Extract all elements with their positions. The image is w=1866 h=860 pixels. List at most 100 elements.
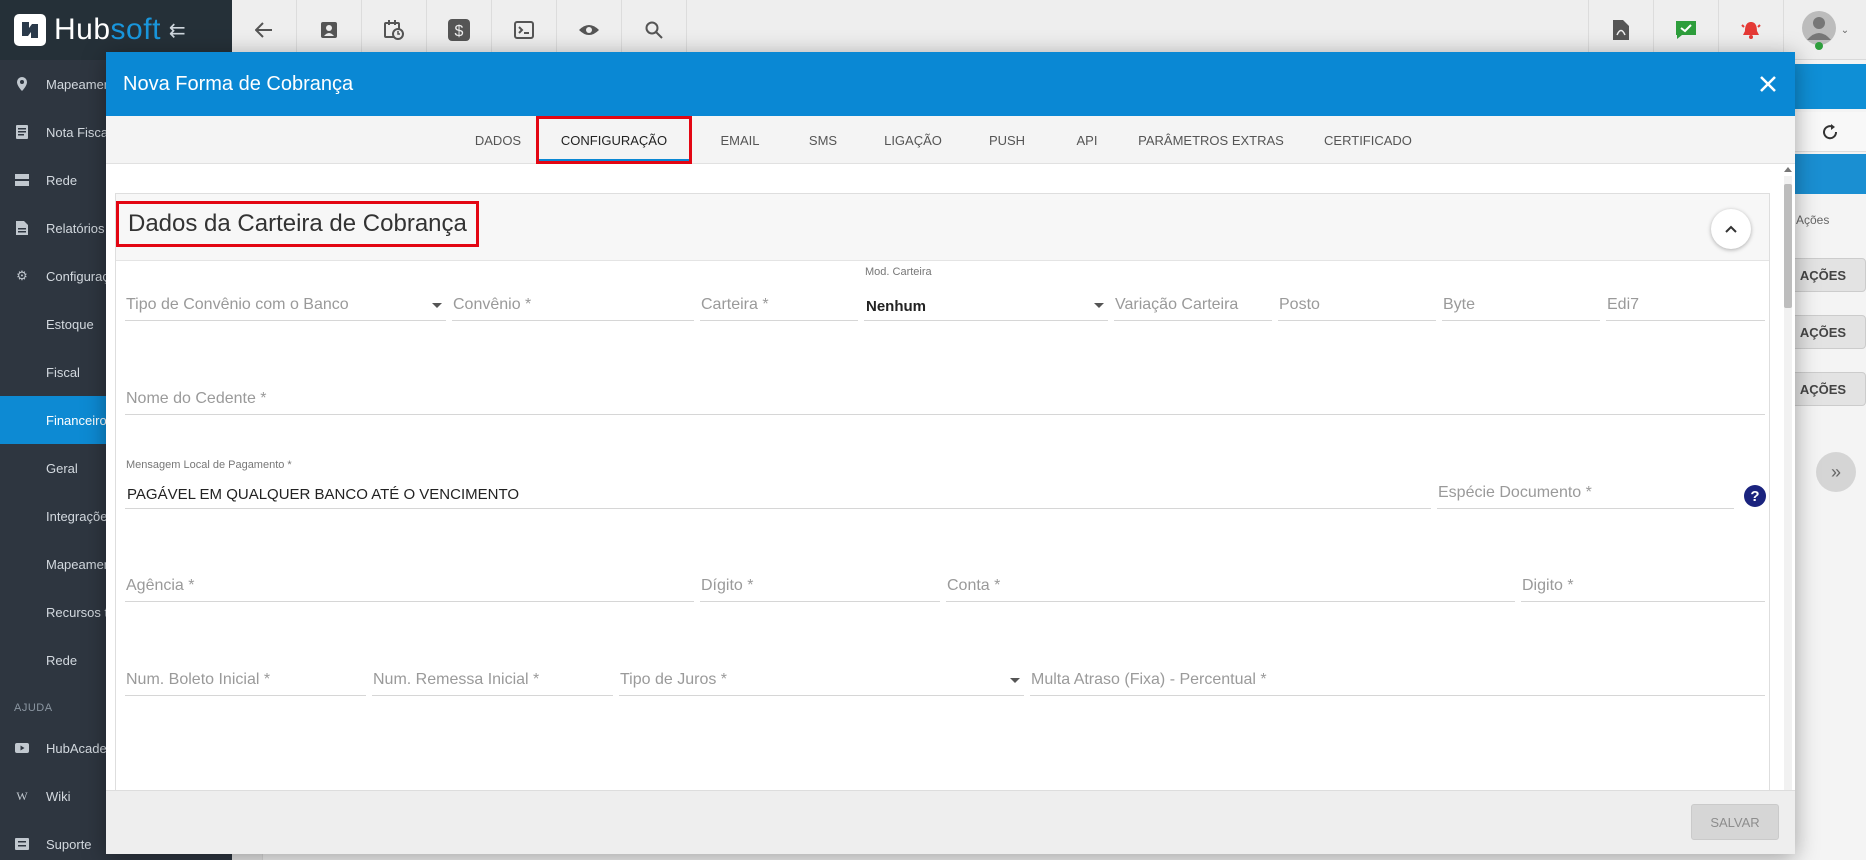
alarm-bell-icon bbox=[1741, 22, 1761, 39]
tab-api[interactable]: API bbox=[1052, 116, 1122, 164]
carteira-placeholder: Carteira * bbox=[701, 296, 769, 313]
edi7-input[interactable]: Edi7 bbox=[1606, 291, 1765, 321]
save-button[interactable]: SALVAR bbox=[1691, 804, 1779, 840]
conta-placeholder: Conta * bbox=[947, 577, 1001, 594]
mod-carteira-select[interactable]: Mod. Carteira Nenhum bbox=[864, 266, 1108, 321]
sidebar-item-label: Fiscal bbox=[46, 364, 80, 380]
close-button[interactable] bbox=[1758, 74, 1778, 94]
tab-ligacao[interactable]: LIGAÇÃO bbox=[864, 116, 962, 164]
collapse-section-button[interactable] bbox=[1711, 209, 1751, 249]
posto-input[interactable]: Posto bbox=[1278, 291, 1436, 321]
pdf-file-icon bbox=[1613, 20, 1629, 40]
arrow-left-icon bbox=[255, 22, 272, 38]
calendar-clock-icon bbox=[384, 20, 404, 40]
tab-certificado[interactable]: CERTIFICADO bbox=[1300, 116, 1436, 164]
digito-conta-placeholder: Digito * bbox=[1522, 577, 1574, 594]
sidebar-item-label: Nota Fiscal bbox=[46, 124, 112, 140]
scroll-up-icon[interactable] bbox=[1784, 166, 1792, 172]
tab-configuracao[interactable]: CONFIGURAÇÃO bbox=[536, 116, 692, 164]
avatar bbox=[1801, 11, 1836, 50]
mensagem-local-pagamento-value: PAGÁVEL EM QUALQUER BANCO ATÉ O VENCIMEN… bbox=[127, 486, 520, 503]
conta-input[interactable]: Conta * bbox=[946, 572, 1515, 602]
check-message-icon bbox=[1676, 21, 1696, 39]
dollar-icon: $ bbox=[448, 19, 470, 41]
sidebar-item-label: Rede bbox=[46, 652, 78, 668]
tipo-juros-placeholder: Tipo de Juros * bbox=[620, 671, 728, 688]
collapse-menu-icon[interactable]: ⇇ bbox=[169, 18, 186, 43]
view-button[interactable] bbox=[557, 0, 622, 60]
multa-atraso-placeholder: Multa Atraso (Fixa) - Percentual * bbox=[1031, 671, 1267, 688]
byte-input[interactable]: Byte bbox=[1442, 291, 1600, 321]
svg-text:$: $ bbox=[455, 23, 464, 40]
chevron-up-icon bbox=[1725, 225, 1737, 233]
map-pin-icon bbox=[14, 76, 30, 92]
digito-agencia-placeholder: Dígito * bbox=[701, 577, 754, 594]
sidebar-item-label: Wiki bbox=[46, 788, 71, 804]
tasks-button[interactable] bbox=[1653, 0, 1718, 60]
sidebar-item-label: Rede bbox=[46, 172, 78, 188]
document-icon bbox=[14, 124, 30, 140]
chevron-down-icon bbox=[1094, 303, 1104, 308]
scroll-thumb[interactable] bbox=[1784, 184, 1792, 308]
chevron-down-icon bbox=[432, 303, 442, 308]
nome-cedente-input[interactable]: Nome do Cedente * bbox=[125, 385, 1765, 415]
convenio-placeholder: Convênio * bbox=[453, 296, 532, 313]
convenio-input[interactable]: Convênio * bbox=[452, 291, 694, 321]
tab-sms[interactable]: SMS bbox=[782, 116, 864, 164]
tab-dados[interactable]: DADOS bbox=[458, 116, 538, 164]
digito-conta-input[interactable]: Digito * bbox=[1521, 572, 1765, 602]
modal-scrollbar[interactable] bbox=[1781, 164, 1792, 840]
num-remessa-inicial-placeholder: Num. Remessa Inicial * bbox=[373, 671, 540, 688]
num-boleto-inicial-input[interactable]: Num. Boleto Inicial * bbox=[125, 666, 366, 696]
mod-carteira-value: Nenhum bbox=[866, 298, 926, 315]
tab-parametros-extras[interactable]: PARÂMETROS EXTRAS bbox=[1122, 116, 1300, 164]
expand-chevron-button[interactable]: » bbox=[1816, 452, 1856, 492]
hubsoft-logo-icon bbox=[14, 14, 46, 46]
agencia-input[interactable]: Agência * bbox=[125, 572, 694, 602]
topbar: $ ⌄ bbox=[232, 0, 1866, 60]
sidebar-item-label: Integrações bbox=[46, 508, 114, 524]
user-menu[interactable]: ⌄ bbox=[1783, 0, 1866, 60]
variacao-carteira-input[interactable]: Variação Carteira bbox=[1114, 291, 1272, 321]
tipo-juros-select[interactable]: Tipo de Juros * bbox=[619, 666, 1024, 696]
multa-atraso-input[interactable]: Multa Atraso (Fixa) - Percentual * bbox=[1030, 666, 1765, 696]
contacts-button[interactable] bbox=[297, 0, 362, 60]
modal-footer: SALVAR bbox=[106, 790, 1795, 854]
especie-documento-placeholder: Espécie Documento * bbox=[1438, 484, 1592, 501]
brand[interactable]: Hubsoft ⇇ bbox=[0, 0, 232, 60]
back-button[interactable] bbox=[232, 0, 297, 60]
tipo-convenio-select[interactable]: Tipo de Convênio com o Banco bbox=[125, 291, 446, 321]
especie-documento-input[interactable]: Espécie Documento * bbox=[1437, 479, 1734, 509]
mensagem-local-pagamento-input[interactable]: Mensagem Local de Pagamento * PAGÁVEL EM… bbox=[125, 459, 1431, 509]
terminal-button[interactable] bbox=[492, 0, 557, 60]
variacao-carteira-placeholder: Variação Carteira bbox=[1115, 296, 1239, 313]
digito-agencia-input[interactable]: Dígito * bbox=[700, 572, 940, 602]
sidebar-item-label: Geral bbox=[46, 460, 78, 476]
search-button[interactable] bbox=[622, 0, 687, 60]
help-icon[interactable]: ? bbox=[1744, 485, 1766, 507]
close-icon bbox=[1760, 76, 1776, 92]
posto-placeholder: Posto bbox=[1279, 296, 1320, 313]
num-remessa-inicial-input[interactable]: Num. Remessa Inicial * bbox=[372, 666, 613, 696]
sidebar-item-label: Estoque bbox=[46, 316, 94, 332]
sidebar-item-label: Recursos t bbox=[46, 604, 109, 620]
background-table-header bbox=[1794, 154, 1866, 194]
tab-email[interactable]: EMAIL bbox=[698, 116, 782, 164]
pdf-button[interactable] bbox=[1588, 0, 1653, 60]
mensagem-local-pagamento-label: Mensagem Local de Pagamento * bbox=[126, 459, 292, 471]
alerts-button[interactable] bbox=[1718, 0, 1783, 60]
calendar-button[interactable] bbox=[362, 0, 427, 60]
finance-button[interactable]: $ bbox=[427, 0, 492, 60]
gear-icon: ⚙ bbox=[16, 268, 28, 283]
refresh-button[interactable] bbox=[1794, 112, 1866, 152]
chevron-down-icon: ⌄ bbox=[1840, 24, 1850, 36]
tab-push[interactable]: PUSH bbox=[962, 116, 1052, 164]
acoes-column-header: Ações bbox=[1796, 213, 1830, 227]
tab-bar: DADOS CONFIGURAÇÃO EMAIL SMS LIGAÇÃO PUS… bbox=[106, 116, 1795, 164]
report-icon bbox=[14, 220, 30, 236]
carteira-input[interactable]: Carteira * bbox=[700, 291, 858, 321]
agencia-placeholder: Agência * bbox=[126, 577, 195, 594]
contact-card-icon bbox=[321, 22, 337, 38]
section-header: Dados da Carteira de Cobrança bbox=[116, 194, 1769, 261]
chevron-down-icon bbox=[1010, 678, 1020, 683]
